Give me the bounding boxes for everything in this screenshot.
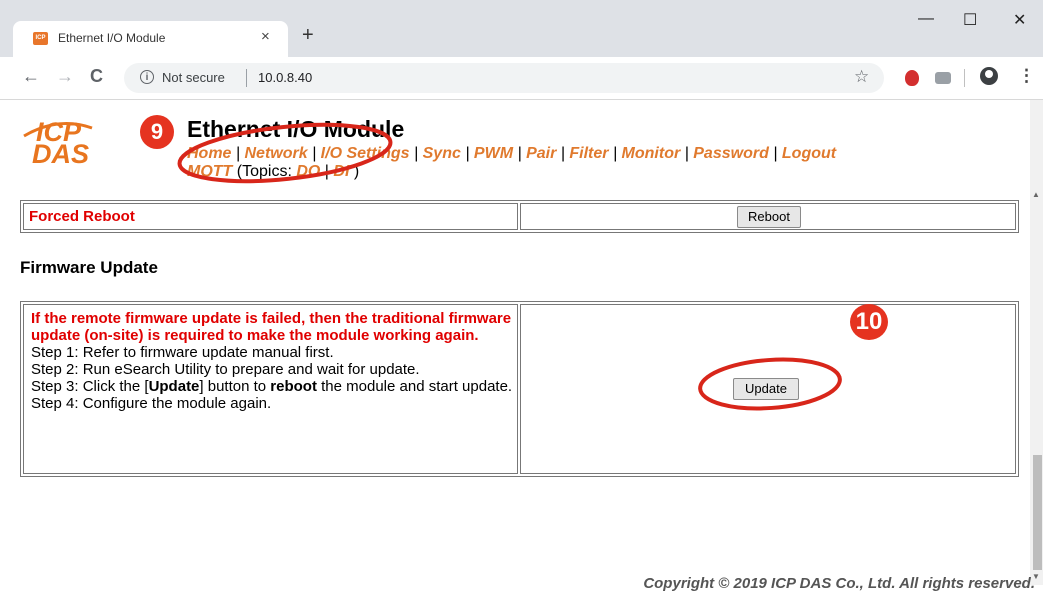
icpdas-logo: ICP DAS	[18, 114, 96, 170]
annotation-badge-10: 10	[850, 304, 888, 340]
firmware-warning: If the remote firmware update is failed,…	[31, 310, 512, 344]
back-button[interactable]: ←	[22, 66, 40, 87]
security-label: Not secure	[162, 70, 225, 85]
firmware-step-2: Step 2: Run eSearch Utility to prepare a…	[31, 361, 420, 378]
tab-title: Ethernet I/O Module	[58, 31, 166, 45]
minimize-button[interactable]: —	[918, 10, 934, 28]
firmware-instructions: If the remote firmware update is failed,…	[31, 310, 521, 412]
icpdas-favicon-icon: ICP	[33, 32, 48, 45]
scroll-up-arrow-icon[interactable]: ▲	[1032, 190, 1040, 199]
bookmark-star-icon[interactable]: ☆	[854, 67, 869, 87]
nav-filter-link[interactable]: Filter	[569, 145, 608, 162]
info-icon[interactable]: i	[140, 70, 154, 84]
url-text[interactable]: 10.0.8.40	[258, 70, 312, 85]
maximize-button[interactable]: ☐	[963, 10, 977, 30]
scrollbar-thumb[interactable]	[1033, 455, 1042, 570]
new-tab-button[interactable]: +	[302, 24, 314, 47]
address-bar[interactable]: i Not secure 10.0.8.40 ☆	[124, 63, 884, 93]
browser-menu-button[interactable]: ⋮	[1018, 66, 1035, 86]
extension-stop-icon[interactable]	[905, 70, 919, 86]
nav-pair-link[interactable]: Pair	[526, 145, 556, 162]
reload-button[interactable]: C	[90, 66, 103, 87]
forced-reboot-label: Forced Reboot	[29, 208, 135, 225]
firmware-step-4: Step 4: Configure the module again.	[31, 395, 272, 412]
nav-password-link[interactable]: Password	[693, 145, 769, 162]
firmware-text-cell: If the remote firmware update is failed,…	[23, 304, 518, 474]
nav-logout-link[interactable]: Logout	[782, 145, 836, 162]
reboot-button[interactable]: Reboot	[737, 206, 801, 228]
account-icon[interactable]	[980, 67, 998, 85]
browser-titlebar: ICP Ethernet I/O Module × + — ☐ ✕	[0, 0, 1043, 57]
window-close-button[interactable]: ✕	[1013, 10, 1026, 30]
firmware-step-3: Step 3: Click the [Update] button to reb…	[31, 378, 513, 395]
logo-text-bottom: DAS	[32, 139, 90, 169]
browser-tab[interactable]: ICP Ethernet I/O Module ×	[13, 21, 288, 57]
reboot-button-cell: Reboot	[520, 203, 1016, 230]
copyright-footer: Copyright © 2019 ICP DAS Co., Ltd. All r…	[643, 575, 1035, 592]
omnibox-divider	[246, 69, 247, 87]
tab-close-button[interactable]: ×	[261, 28, 270, 45]
annotation-badge-9: 9	[140, 115, 174, 149]
extension-link-icon[interactable]	[935, 72, 951, 84]
nav-monitor-link[interactable]: Monitor	[622, 145, 681, 162]
firmware-update-heading: Firmware Update	[20, 258, 158, 277]
firmware-step-1: Step 1: Refer to firmware update manual …	[31, 344, 334, 361]
toolbar-divider	[964, 69, 965, 87]
forward-button[interactable]: →	[56, 66, 74, 87]
update-highlight-ellipse-icon	[698, 357, 842, 411]
reboot-table: Forced Reboot Reboot	[20, 200, 1019, 233]
nav-pwm-link[interactable]: PWM	[474, 145, 513, 162]
nav-highlight-ellipse-icon	[177, 122, 393, 184]
browser-toolbar: ← → C i Not secure 10.0.8.40 ☆ ⋮	[0, 57, 1043, 100]
nav-sync-link[interactable]: Sync	[423, 145, 461, 162]
reboot-label-cell: Forced Reboot	[23, 203, 518, 230]
web-page: ICP DAS Ethernet I/O Module Home | Netwo…	[0, 100, 1043, 600]
